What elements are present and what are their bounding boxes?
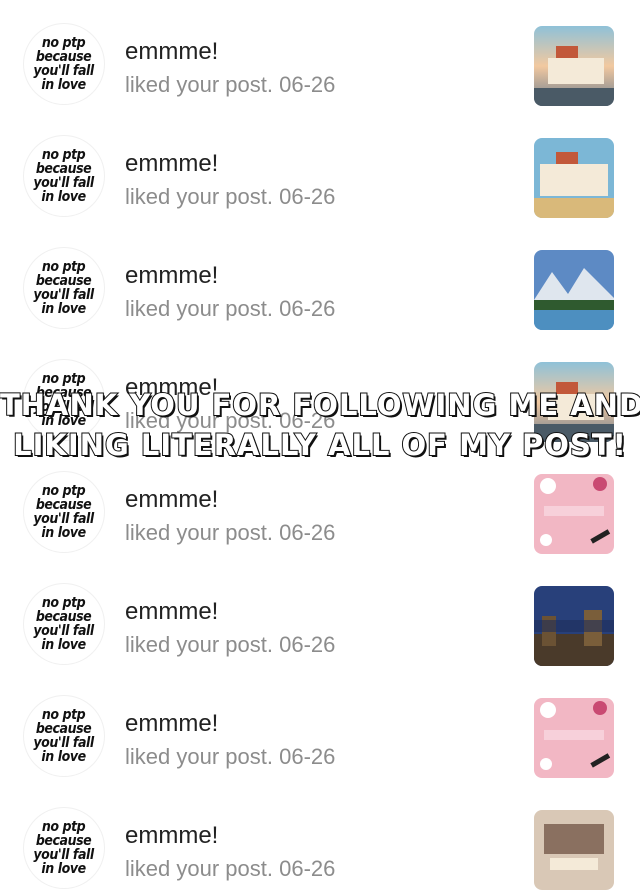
avatar-text: no ptp because you'll fall in love bbox=[33, 483, 95, 541]
action-text: liked your post. bbox=[125, 856, 273, 881]
notification-text: liked your post. 06-26 bbox=[125, 744, 335, 770]
avatar-text: no ptp because you'll fall in love bbox=[33, 595, 95, 653]
overlay-caption-line1: THANK YOU FOR FOLLOWING ME AND bbox=[0, 387, 640, 423]
notification-row[interactable]: no ptp because you'll fall in love emmme… bbox=[0, 112, 640, 224]
notification-text: liked your post. 06-26 bbox=[125, 632, 335, 658]
user-name[interactable]: emmme! bbox=[125, 38, 218, 66]
post-thumbnail[interactable] bbox=[534, 810, 614, 890]
action-text: liked your post. bbox=[125, 632, 273, 657]
user-name[interactable]: emmme! bbox=[125, 150, 218, 178]
avatar[interactable]: no ptp because you'll fall in love bbox=[24, 696, 104, 776]
action-text: liked your post. bbox=[125, 296, 273, 321]
notification-text: liked your post. 06-26 bbox=[125, 184, 335, 210]
user-name[interactable]: emmme! bbox=[125, 710, 218, 738]
avatar[interactable]: no ptp because you'll fall in love bbox=[24, 248, 104, 328]
user-name[interactable]: emmme! bbox=[125, 822, 218, 850]
avatar-text: no ptp because you'll fall in love bbox=[33, 35, 95, 93]
notification-row[interactable]: no ptp because you'll fall in love emmme… bbox=[0, 784, 640, 896]
notification-text: liked your post. 06-26 bbox=[125, 520, 335, 546]
avatar[interactable]: no ptp because you'll fall in love bbox=[24, 584, 104, 664]
notification-row[interactable]: no ptp because you'll fall in love emmme… bbox=[0, 448, 640, 560]
notification-text: liked your post. 06-26 bbox=[125, 296, 335, 322]
overlay-caption-line2: LIKING LITERALLY ALL OF MY POST! bbox=[12, 427, 627, 463]
avatar-text: no ptp because you'll fall in love bbox=[33, 707, 95, 765]
date-text: 06-26 bbox=[279, 296, 336, 321]
avatar-text: no ptp because you'll fall in love bbox=[33, 259, 95, 317]
date-text: 06-26 bbox=[279, 856, 336, 881]
date-text: 06-26 bbox=[279, 520, 336, 545]
post-thumbnail[interactable] bbox=[534, 138, 614, 218]
post-thumbnail[interactable] bbox=[534, 698, 614, 778]
user-name[interactable]: emmme! bbox=[125, 262, 218, 290]
action-text: liked your post. bbox=[125, 520, 273, 545]
user-name[interactable]: emmme! bbox=[125, 486, 218, 514]
action-text: liked your post. bbox=[125, 184, 273, 209]
notification-row[interactable]: no ptp because you'll fall in love emmme… bbox=[0, 0, 640, 112]
avatar[interactable]: no ptp because you'll fall in love bbox=[24, 24, 104, 104]
date-text: 06-26 bbox=[279, 72, 336, 97]
date-text: 06-26 bbox=[279, 744, 336, 769]
avatar[interactable]: no ptp because you'll fall in love bbox=[24, 136, 104, 216]
post-thumbnail[interactable] bbox=[534, 26, 614, 106]
date-text: 06-26 bbox=[279, 184, 336, 209]
post-thumbnail[interactable] bbox=[534, 586, 614, 666]
action-text: liked your post. bbox=[125, 744, 273, 769]
avatar[interactable]: no ptp because you'll fall in love bbox=[24, 808, 104, 888]
date-text: 06-26 bbox=[279, 632, 336, 657]
notification-row[interactable]: no ptp because you'll fall in love emmme… bbox=[0, 224, 640, 336]
notification-text: liked your post. 06-26 bbox=[125, 72, 335, 98]
post-thumbnail[interactable] bbox=[534, 474, 614, 554]
notification-row[interactable]: no ptp because you'll fall in love emmme… bbox=[0, 560, 640, 672]
post-thumbnail[interactable] bbox=[534, 250, 614, 330]
avatar-text: no ptp because you'll fall in love bbox=[33, 819, 95, 877]
notification-row[interactable]: no ptp because you'll fall in love emmme… bbox=[0, 672, 640, 784]
action-text: liked your post. bbox=[125, 72, 273, 97]
notification-text: liked your post. 06-26 bbox=[125, 856, 335, 882]
avatar-text: no ptp because you'll fall in love bbox=[33, 147, 95, 205]
avatar[interactable]: no ptp because you'll fall in love bbox=[24, 472, 104, 552]
user-name[interactable]: emmme! bbox=[125, 598, 218, 626]
